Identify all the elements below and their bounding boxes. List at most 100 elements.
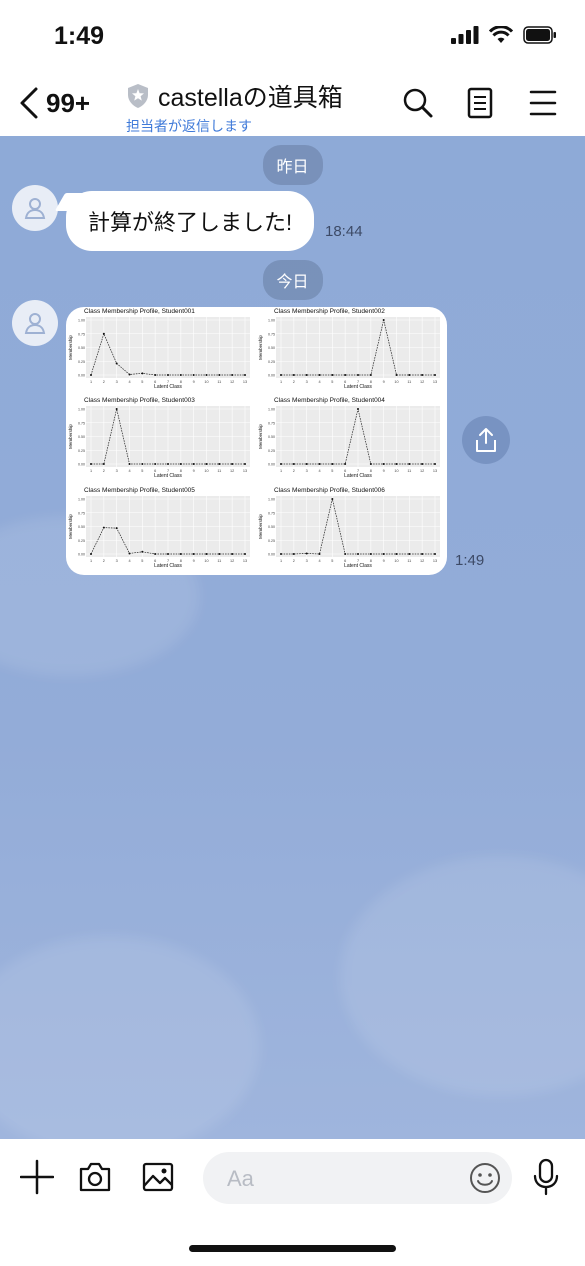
y-axis-label: Membership — [258, 514, 263, 539]
x-tick-label: 3 — [306, 380, 308, 384]
data-point — [421, 463, 424, 465]
camera-icon[interactable] — [78, 1157, 112, 1197]
data-point — [244, 553, 246, 555]
x-tick-label: 2 — [293, 380, 295, 384]
data-point — [408, 374, 411, 376]
x-tick-label: 12 — [420, 380, 424, 384]
data-point — [102, 332, 105, 335]
avatar[interactable] — [12, 300, 58, 346]
y-tick-label: 0.50 — [78, 435, 85, 439]
emoji-icon[interactable] — [469, 1162, 501, 1194]
data-point — [395, 374, 398, 376]
data-point — [344, 374, 347, 376]
data-point — [115, 408, 118, 410]
data-point — [179, 463, 182, 465]
x-tick-label: 2 — [103, 469, 105, 473]
y-tick-label: 0.25 — [268, 449, 275, 453]
data-point — [318, 553, 321, 555]
x-tick-label: 11 — [407, 559, 411, 563]
data-point — [128, 373, 131, 376]
x-tick-label: 5 — [141, 469, 143, 473]
x-tick-label: 1 — [90, 469, 92, 473]
data-point — [434, 463, 436, 465]
x-tick-label: 5 — [331, 469, 333, 473]
chat-header: 99+ castellaの道具箱 担当者が返信します — [0, 72, 585, 136]
chat-title-area[interactable]: castellaの道具箱 担当者が返信します — [126, 78, 343, 136]
x-tick-label: 10 — [204, 469, 208, 473]
x-tick-label: 12 — [420, 559, 424, 563]
x-axis-label: Latent Class — [154, 473, 182, 479]
back-button[interactable]: 99+ — [18, 86, 90, 120]
x-tick-label: 11 — [217, 469, 221, 473]
message-input-field[interactable] — [203, 1152, 512, 1204]
status-time: 1:49 — [54, 22, 105, 50]
notes-icon[interactable] — [466, 86, 494, 120]
search-icon[interactable] — [402, 86, 434, 120]
data-point — [154, 374, 157, 376]
chat-area[interactable]: 昨日 計算が終了しました! 18:44 今日 Class Membership … — [0, 136, 585, 1139]
data-point — [305, 552, 308, 555]
data-point — [369, 463, 372, 465]
data-point — [90, 553, 92, 555]
data-point — [205, 553, 208, 555]
image-icon[interactable] — [141, 1157, 175, 1197]
x-tick-label: 5 — [331, 380, 333, 384]
data-point — [167, 463, 169, 465]
data-point — [179, 374, 182, 376]
y-tick-label: 1.00 — [78, 498, 85, 502]
x-axis-label: Latent Class — [154, 563, 182, 569]
data-point — [357, 408, 359, 410]
shield-icon — [128, 84, 148, 108]
message-time: 1:49 — [455, 552, 485, 569]
x-tick-label: 2 — [103, 559, 105, 563]
x-tick-label: 3 — [116, 469, 118, 473]
data-point — [318, 463, 321, 465]
x-tick-label: 1 — [90, 559, 92, 563]
wifi-icon — [489, 26, 513, 43]
data-point — [90, 463, 92, 465]
data-point — [102, 463, 105, 465]
x-tick-label: 13 — [243, 469, 247, 473]
message-bubble[interactable]: 計算が終了しました! — [66, 191, 315, 251]
y-tick-label: 0.75 — [268, 421, 275, 425]
data-point — [395, 463, 398, 465]
y-tick-label: 0.00 — [268, 374, 275, 378]
y-tick-label: 1.00 — [268, 498, 275, 502]
x-tick-label: 10 — [394, 469, 398, 473]
y-tick-label: 0.25 — [78, 360, 85, 364]
data-point — [421, 553, 424, 555]
data-point — [192, 553, 195, 555]
y-tick-label: 1.00 — [78, 408, 85, 412]
avatar[interactable] — [12, 185, 58, 231]
x-tick-label: 9 — [193, 559, 195, 563]
y-tick-label: 0.00 — [78, 553, 85, 557]
data-point — [244, 374, 246, 376]
share-button[interactable] — [462, 416, 510, 464]
x-tick-label: 3 — [306, 469, 308, 473]
message-input[interactable] — [225, 1162, 459, 1196]
data-point — [280, 463, 282, 465]
home-indicator — [189, 1245, 396, 1252]
plus-icon[interactable] — [20, 1157, 54, 1197]
x-tick-label: 10 — [204, 380, 208, 384]
data-point — [292, 553, 295, 555]
menu-icon[interactable] — [529, 86, 557, 120]
x-tick-label: 12 — [230, 469, 234, 473]
x-tick-label: 9 — [383, 469, 385, 473]
y-tick-label: 0.25 — [78, 449, 85, 453]
chart-svg: 0.000.250.500.751.001 2 3 4 5 6 7 8 9 10 11 12 13Lat… — [68, 496, 250, 569]
data-point — [231, 463, 234, 465]
data-point — [167, 374, 169, 376]
y-axis-label: Membership — [68, 424, 73, 449]
x-axis-label: Latent Class — [154, 384, 182, 390]
mic-icon[interactable] — [532, 1157, 560, 1197]
image-message[interactable]: Class Membership Profile, Student001 0.00… — [66, 307, 447, 575]
x-tick-label: 1 — [90, 380, 92, 384]
x-tick-label: 11 — [407, 469, 411, 473]
x-tick-label: 5 — [141, 559, 143, 563]
data-point — [192, 374, 195, 376]
input-bar — [0, 1139, 585, 1266]
chevron-left-icon — [20, 87, 38, 119]
x-tick-label: 4 — [318, 469, 320, 473]
y-tick-label: 0.25 — [268, 360, 275, 364]
